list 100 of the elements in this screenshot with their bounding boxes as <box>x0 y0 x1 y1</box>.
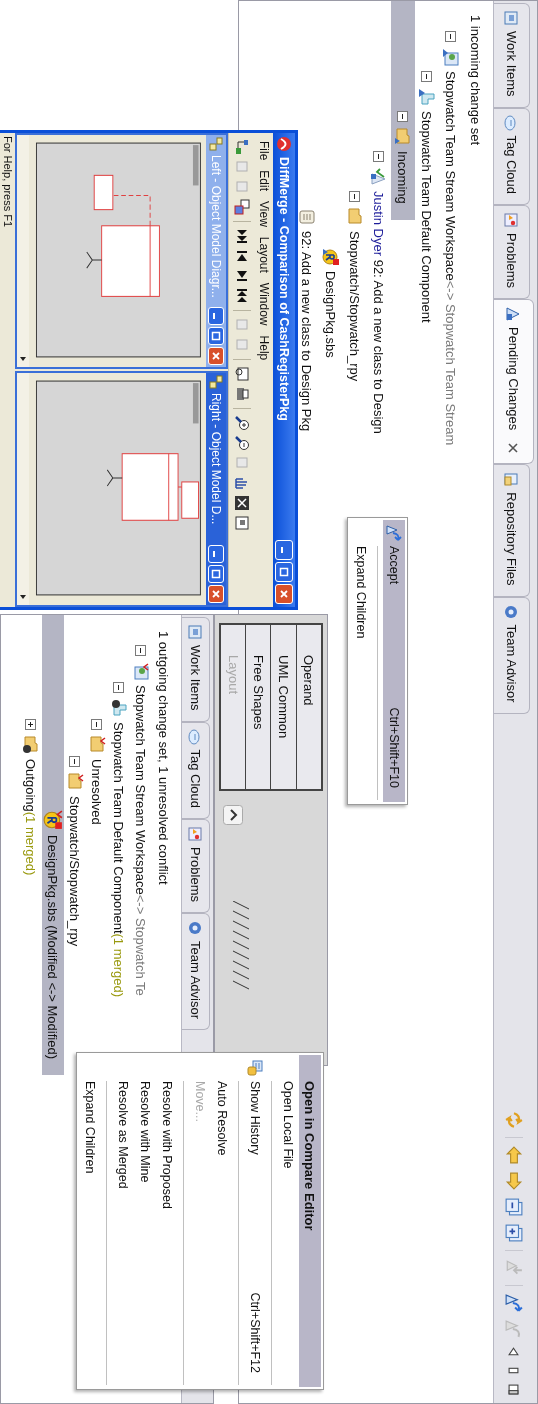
step-forward-icon[interactable] <box>234 268 250 284</box>
view-tab[interactable]: Team Advisor <box>494 596 530 714</box>
view-tab[interactable]: Tag Cloud <box>182 721 210 820</box>
tree-toggle[interactable] <box>135 645 147 656</box>
tree-row[interactable]: Stopwatch/Stopwatch_rpy <box>343 31 367 398</box>
board-icon <box>187 826 204 843</box>
tree-row[interactable]: Outgoing(1 merged) <box>20 645 42 892</box>
tab-label: Team Advisor <box>188 940 203 1019</box>
maximize-button[interactable] <box>208 327 224 345</box>
folder-icon <box>88 736 106 754</box>
horizontal-scrollbar[interactable] <box>17 135 29 367</box>
menu-bar-item[interactable]: Edit <box>257 170 271 192</box>
view-tab[interactable]: Tag Cloud <box>494 107 530 206</box>
zoom-box-icon[interactable] <box>234 515 250 531</box>
menu-bar-item[interactable]: Layout <box>257 236 271 273</box>
view-tab[interactable]: Pending Changes <box>494 298 534 465</box>
tree-row[interactable]: Stopwatch Team Stream Workspace<-> Stopwatch Team Stream <box>439 31 463 462</box>
tab-label: Team Advisor <box>504 624 519 703</box>
menu-item[interactable]: Auto Resolve <box>211 1055 233 1387</box>
maximize-button[interactable] <box>275 562 293 582</box>
tree-toggle[interactable] <box>349 191 361 202</box>
tree-item-label: Justin Dyer 92: Add a new class to Design <box>371 191 387 434</box>
scroll-up-button[interactable] <box>223 805 243 825</box>
tree-row[interactable]: Stopwatch/Stopwatch_rpy <box>64 645 86 963</box>
hand-icon[interactable] <box>234 475 250 491</box>
view-tab[interactable]: Work Items <box>182 617 210 722</box>
tree-toggle[interactable] <box>91 719 103 730</box>
workspace-icon <box>442 48 460 66</box>
tree-toggle[interactable] <box>69 756 81 767</box>
close-button[interactable] <box>275 584 293 604</box>
printer-icon[interactable] <box>234 386 250 402</box>
minimize-button[interactable] <box>275 540 293 560</box>
view-menu-icon[interactable] <box>508 1346 520 1357</box>
menu-item[interactable]: Open in Compare Editor <box>299 1055 321 1387</box>
menu-bar-item[interactable]: View <box>257 201 271 227</box>
palette-drawer[interactable]: Operand <box>295 625 321 789</box>
menu-item[interactable]: Accept Ctrl+Shift+F10 <box>383 520 405 802</box>
tab-label: Problems <box>188 847 203 902</box>
view-tab[interactable]: Work Items <box>494 3 530 108</box>
close-icon[interactable] <box>508 443 519 454</box>
preview-icon[interactable] <box>234 366 250 382</box>
menu-item[interactable]: Resolve with Mine <box>134 1055 156 1387</box>
minimize-button[interactable] <box>208 545 224 563</box>
menu-bar-item[interactable]: Window <box>257 282 271 326</box>
skip-back-icon[interactable] <box>234 288 250 304</box>
view-tab[interactable]: Repository Files <box>494 464 530 597</box>
menu-item[interactable]: Show History Ctrl+Shift+F12 <box>244 1055 266 1387</box>
compare-icon[interactable] <box>234 199 250 215</box>
tree-row[interactable]: 92: Add a new class to Design Pkg <box>295 31 319 448</box>
zoom-in-icon[interactable] <box>234 415 250 431</box>
zoom-out-icon[interactable] <box>234 435 250 451</box>
tree-row[interactable]: Stopwatch Team Default Component <box>415 31 439 339</box>
view-tab[interactable]: Problems <box>182 819 210 913</box>
minimize-button[interactable] <box>208 307 224 325</box>
tree-item-label: 92: Add a new class to Design Pkg <box>299 231 315 432</box>
file-icon <box>322 248 340 266</box>
tree-row[interactable]: Justin Dyer 92: Add a new class to Design <box>367 31 391 450</box>
tree-row[interactable]: Incoming <box>391 1 415 220</box>
tree-row[interactable]: DesignPkg.sbs <box>319 31 343 374</box>
folder-icon <box>22 736 40 754</box>
maximize-icon[interactable] <box>508 1384 520 1395</box>
menu-item[interactable]: Resolve with Proposed <box>156 1055 178 1387</box>
step-back-icon[interactable] <box>234 248 250 264</box>
tree-toggle[interactable] <box>113 682 125 693</box>
tree-toggle[interactable] <box>373 151 385 162</box>
view-tab[interactable]: Problems <box>494 205 530 299</box>
diagram-icon <box>209 137 223 151</box>
menu-item[interactable]: Expand Children <box>350 520 372 802</box>
tree-toggle[interactable] <box>445 31 457 42</box>
tree-row[interactable]: Unresolved <box>86 645 108 841</box>
menu-item[interactable]: Resolve as Merged <box>112 1055 134 1387</box>
scroll-arrow-icon[interactable] <box>19 593 27 601</box>
view-tab[interactable]: Team Advisor <box>182 912 210 1030</box>
palette-drawer[interactable]: UML Common <box>270 625 296 789</box>
maximize-button[interactable] <box>208 565 224 583</box>
menu-item[interactable]: Open Local File <box>277 1055 299 1387</box>
close-button[interactable] <box>208 585 224 603</box>
tree-toggle[interactable] <box>397 111 409 122</box>
scroll-arrow-icon[interactable] <box>19 355 27 363</box>
tree-row[interactable]: Stopwatch Team Default Component(1 merged) <box>108 645 130 1014</box>
skip-forward-icon[interactable] <box>234 228 250 244</box>
tree-row[interactable]: DesignPkg.sbs (Modified <-> Modified) <box>42 615 64 1075</box>
accept-icon[interactable] <box>505 1294 523 1312</box>
shortcut-label: Ctrl+Shift+F12 <box>248 1292 262 1373</box>
menu-bar-item[interactable]: Help <box>257 335 271 361</box>
menu-item[interactable]: Expand Children <box>79 1055 101 1387</box>
tree-icon[interactable] <box>234 139 250 155</box>
menu-bar-item[interactable]: File <box>257 141 271 161</box>
gear-icon <box>503 603 520 620</box>
close-button[interactable] <box>208 347 224 365</box>
clipboard-icon <box>503 10 520 26</box>
tree-toggle[interactable] <box>421 71 433 82</box>
horizontal-scrollbar[interactable] <box>17 373 29 605</box>
palette-drawer[interactable]: Free Shapes <box>245 625 271 789</box>
fit-icon[interactable] <box>234 495 250 511</box>
minimize-icon[interactable] <box>508 1365 520 1376</box>
tree-row[interactable]: Stopwatch Team Stream Workspace<-> Stopwatch Te <box>130 645 152 1012</box>
collapse-all-icon[interactable] <box>505 1198 523 1216</box>
tree-toggle[interactable] <box>25 719 37 730</box>
expand-all-icon[interactable] <box>505 1224 523 1242</box>
